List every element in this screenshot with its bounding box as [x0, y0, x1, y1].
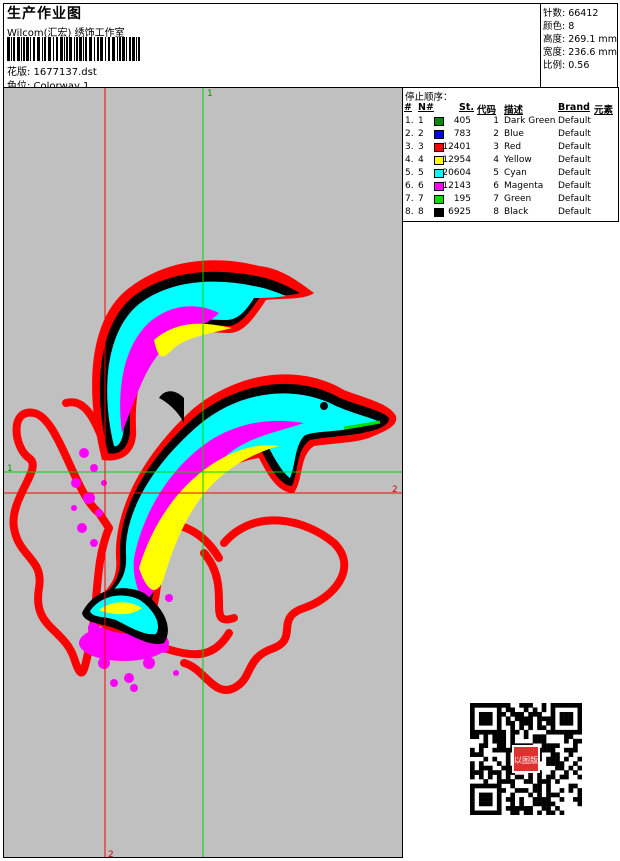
row-code: 7 [493, 194, 499, 204]
table-row: 1. 1 405 1 Dark Green Default [403, 116, 617, 129]
row-brand: Default [558, 207, 591, 217]
stitch-count: 针数: 66412 [543, 8, 599, 19]
embroidery-design: 1 2 1 2 [4, 88, 402, 858]
page-title: 生产作业图 [7, 6, 82, 22]
row-num: 3. [405, 142, 414, 152]
row-needle: 5 [418, 168, 424, 178]
color-swatch [434, 130, 444, 139]
barcode [7, 37, 140, 61]
color-swatch [434, 195, 444, 204]
file-name: 花版: 1677137.dst [7, 67, 97, 78]
row-code: 8 [493, 207, 499, 217]
table-row: 5. 5 20604 5 Cyan Default [403, 168, 617, 181]
row-brand: Default [558, 155, 591, 165]
row-num: 2. [405, 129, 414, 139]
design-canvas[interactable]: 1 2 1 2 [3, 87, 403, 858]
row-num: 1. [405, 116, 414, 126]
row-needle: 2 [418, 129, 424, 139]
row-brand: Default [558, 181, 591, 191]
row-desc: Blue [504, 129, 524, 139]
color-count: 颜色: 8 [543, 21, 575, 32]
row-stitches: 12954 [442, 155, 471, 165]
row-needle: 6 [418, 181, 424, 191]
row-num: 5. [405, 168, 414, 178]
col-header-code: 代码 [477, 105, 497, 116]
col-header-desc: 描述 [504, 105, 524, 116]
row-desc: Magenta [504, 181, 544, 191]
row-num: 6. [405, 181, 414, 191]
table-row: 4. 4 12954 4 Yellow Default [403, 155, 617, 168]
spec-panel: 针数: 66412 颜色: 8 高度: 269.1 mm 宽度: 236.6 m… [540, 3, 618, 88]
table-row: 2. 2 783 2 Blue Default [403, 129, 617, 142]
row-desc: Cyan [504, 168, 527, 178]
row-stitches: 12143 [442, 181, 471, 191]
row-code: 2 [493, 129, 499, 139]
guide-label-v1: 1 [207, 89, 213, 99]
row-num: 8. [405, 207, 414, 217]
table-row: 7. 7 195 7 Green Default [403, 194, 617, 207]
color-swatch [434, 117, 444, 126]
row-code: 5 [493, 168, 499, 178]
guide-label-v2: 2 [108, 850, 114, 858]
row-stitches: 783 [453, 129, 471, 139]
col-header-stitches: St. [459, 102, 474, 113]
qr-stamp: 以图版 [512, 745, 540, 773]
row-brand: Default [558, 168, 591, 178]
col-header-num: # [404, 102, 412, 113]
row-stitches: 12401 [442, 142, 471, 152]
table-row: 3. 3 12401 3 Red Default [403, 142, 617, 155]
col-header-brand: Brand [558, 102, 590, 113]
row-needle: 4 [418, 155, 424, 165]
row-num: 7. [405, 194, 414, 204]
row-brand: Default [558, 129, 591, 139]
row-stitches: 405 [453, 116, 471, 126]
header-panel: 生产作业图 Wilcom(汇宏) 绣饰工作室 花版: 1677137.dst 色… [3, 3, 541, 92]
col-header-element: 元素 [594, 105, 614, 116]
row-needle: 3 [418, 142, 424, 152]
row-code: 6 [493, 181, 499, 191]
stop-sequence-table: 停止顺序： # N# St. 代码 描述 Brand 元素 1. 1 405 1 Dar… [403, 87, 619, 222]
col-header-needle: N# [418, 102, 434, 113]
row-desc: Green [504, 194, 532, 204]
row-needle: 1 [418, 116, 424, 126]
stamp-text: 以图版 [514, 755, 538, 765]
design-width: 宽度: 236.6 mm [543, 47, 617, 58]
table-row: 6. 6 12143 6 Magenta Default [403, 181, 617, 194]
row-desc: Red [504, 142, 522, 152]
row-needle: 8 [418, 207, 424, 217]
row-desc: Yellow [504, 155, 532, 165]
guide-label-h1: 1 [7, 464, 13, 474]
row-stitches: 195 [453, 194, 471, 204]
row-desc: Black [504, 207, 529, 217]
guide-label-h2: 2 [392, 485, 398, 495]
qr-code: 以图版 [470, 703, 582, 815]
row-num: 4. [405, 155, 414, 165]
row-desc: Dark Green [504, 116, 556, 126]
row-brand: Default [558, 142, 591, 152]
row-stitches: 6925 [448, 207, 471, 217]
design-scale: 比例: 0.56 [543, 60, 590, 71]
row-stitches: 20604 [442, 168, 471, 178]
stop-sequence-title: 停止顺序： [405, 92, 453, 103]
color-swatch [434, 208, 444, 217]
row-needle: 7 [418, 194, 424, 204]
row-brand: Default [558, 194, 591, 204]
row-code: 3 [493, 142, 499, 152]
row-code: 4 [493, 155, 499, 165]
row-brand: Default [558, 116, 591, 126]
row-code: 1 [493, 116, 499, 126]
table-row: 8. 8 6925 8 Black Default [403, 207, 617, 220]
design-height: 高度: 269.1 mm [543, 34, 617, 45]
